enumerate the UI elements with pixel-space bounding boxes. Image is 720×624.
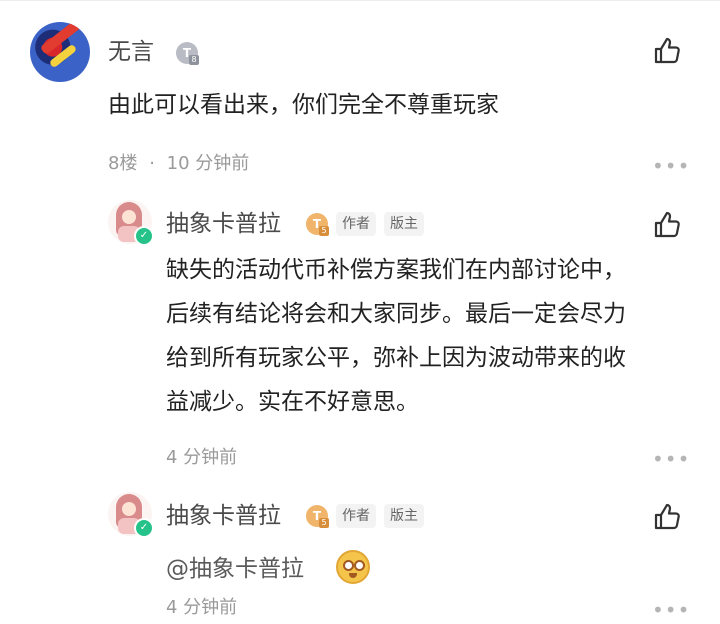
more-dots-icon[interactable]: ••• bbox=[652, 156, 690, 176]
level-badge-sub: 5 bbox=[319, 518, 329, 528]
thumbs-up-icon[interactable] bbox=[652, 502, 682, 532]
avatar-face bbox=[122, 210, 136, 224]
reply-content-line: 给到所有玩家公平，弥补上因为波动带来的收 bbox=[166, 345, 626, 371]
emoji-eye bbox=[343, 560, 354, 571]
top-divider bbox=[0, 0, 720, 1]
comment-meta: 8楼 · 10 分钟前 bbox=[108, 152, 249, 176]
author-tag: 作者 bbox=[336, 504, 376, 528]
meta-separator: · bbox=[149, 153, 155, 174]
reply-content-line: 后续有结论将会和大家同步。最后一定会尽力 bbox=[166, 301, 626, 327]
verified-check-icon: ✓ bbox=[134, 518, 154, 538]
shocked-face-emoji bbox=[336, 550, 370, 584]
author-tag: 作者 bbox=[336, 212, 376, 236]
verified-check-icon: ✓ bbox=[134, 226, 154, 246]
emoji-mouth bbox=[349, 573, 357, 578]
reply-username[interactable]: 抽象卡普拉 bbox=[166, 210, 281, 238]
user-avatar[interactable] bbox=[30, 22, 90, 82]
reply-content-line: 缺失的活动代币补偿方案我们在内部讨论中， bbox=[166, 257, 626, 283]
reply-content-line: 益减少。实在不好意思。 bbox=[166, 389, 419, 415]
reply-username[interactable]: 抽象卡普拉 bbox=[166, 502, 281, 530]
avatar-face bbox=[122, 502, 136, 516]
more-dots-icon[interactable]: ••• bbox=[652, 449, 690, 469]
comment-username[interactable]: 无言 bbox=[108, 38, 154, 66]
thumbs-up-icon[interactable] bbox=[652, 36, 682, 66]
comment-time: 10 分钟前 bbox=[166, 153, 250, 174]
level-badge-sub: 8 bbox=[189, 55, 199, 65]
moderator-tag: 版主 bbox=[384, 504, 424, 528]
mention-link[interactable]: @抽象卡普拉 bbox=[166, 554, 304, 584]
floor-number: 8楼 bbox=[108, 153, 138, 174]
reply-time: 4 分钟前 bbox=[166, 597, 238, 618]
reply-time: 4 分钟前 bbox=[166, 447, 238, 468]
moderator-tag: 版主 bbox=[384, 212, 424, 236]
emoji-eye bbox=[354, 560, 365, 571]
level-badge-sub: 5 bbox=[319, 226, 329, 236]
thumbs-up-icon[interactable] bbox=[652, 210, 682, 240]
more-dots-icon[interactable]: ••• bbox=[652, 600, 690, 620]
comment-content: 由此可以看出来，你们完全不尊重玩家 bbox=[108, 92, 499, 118]
reply-content: 缺失的活动代币补偿方案我们在内部讨论中， 后续有结论将会和大家同步。最后一定会尽… bbox=[166, 248, 626, 424]
